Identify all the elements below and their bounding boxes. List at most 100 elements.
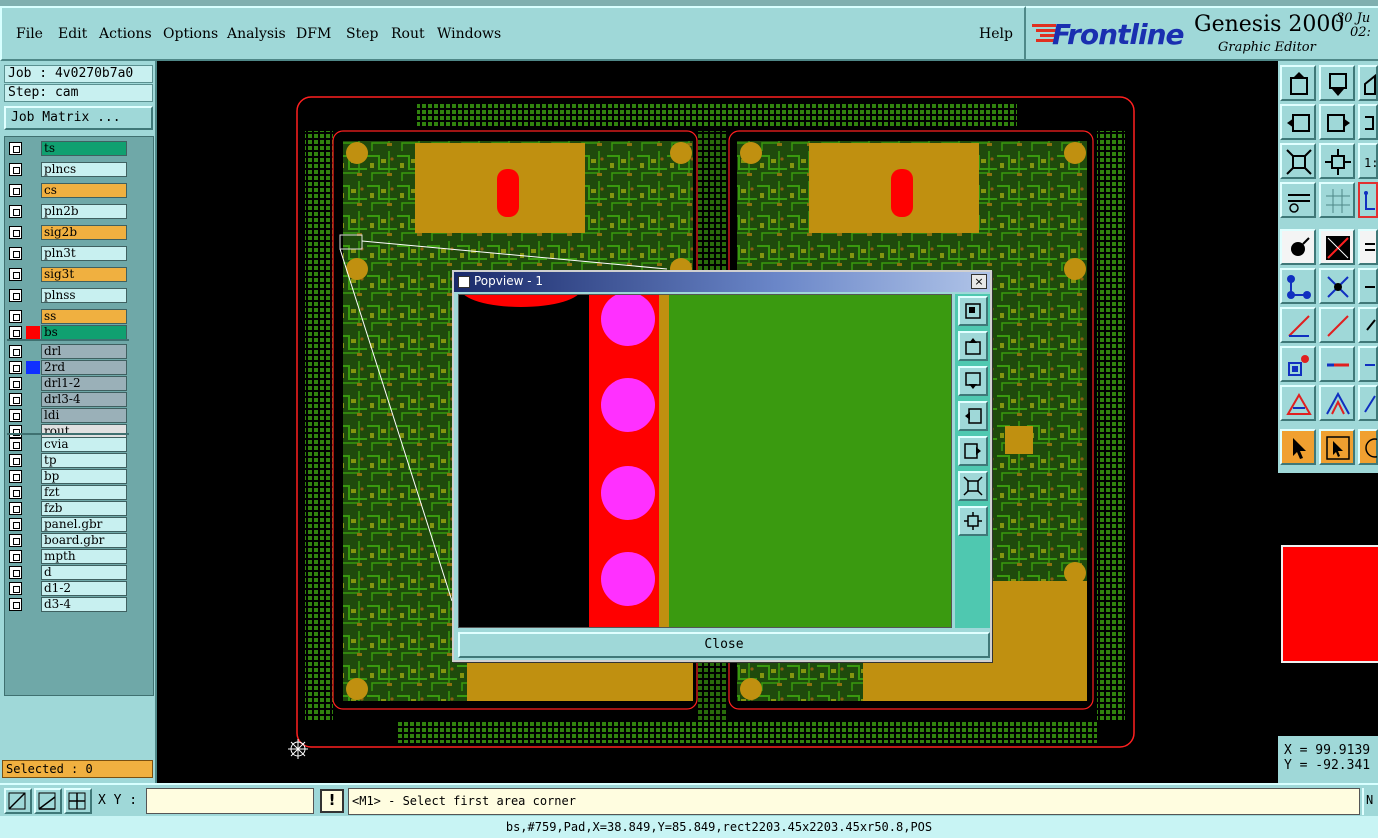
layer-row-d3-4[interactable]: d3-4: [7, 597, 129, 612]
layer-name[interactable]: drl: [41, 344, 127, 359]
layer-checkbox[interactable]: [9, 226, 22, 239]
layer-name[interactable]: sig2b: [41, 225, 127, 240]
layer-row-drl3-4[interactable]: drl3-4: [7, 392, 129, 407]
layer-checkbox[interactable]: [9, 470, 22, 483]
layer-name[interactable]: ts: [41, 141, 127, 156]
tool-zoom-home-button[interactable]: [1280, 65, 1316, 101]
layer-checkbox[interactable]: [9, 205, 22, 218]
layer-name[interactable]: d3-4: [41, 597, 127, 612]
popview-zoom-in-button[interactable]: [958, 471, 988, 501]
popview-pan-up-button[interactable]: [958, 331, 988, 361]
layer-checkbox[interactable]: [9, 393, 22, 406]
layer-checkbox[interactable]: [9, 534, 22, 547]
tool-redraw-button[interactable]: [1358, 104, 1378, 140]
tool-line-button[interactable]: [1319, 229, 1355, 265]
tool-triangle-button[interactable]: [1280, 385, 1316, 421]
popview-fit-button[interactable]: [958, 296, 988, 326]
layer-checkbox[interactable]: [9, 247, 22, 260]
layer-checkbox[interactable]: [9, 486, 22, 499]
layer-checkbox[interactable]: [9, 289, 22, 302]
popview-canvas[interactable]: [458, 294, 952, 628]
layer-name[interactable]: drl3-4: [41, 392, 127, 407]
menu-dfm[interactable]: DFM: [296, 26, 331, 42]
layer-checkbox[interactable]: [9, 377, 22, 390]
tool-scale-button[interactable]: 1:: [1358, 143, 1378, 179]
menu-rout[interactable]: Rout: [391, 26, 425, 42]
layer-row-sig3t[interactable]: sig3t: [7, 267, 129, 282]
layer-name[interactable]: fzt: [41, 485, 127, 500]
layer-name[interactable]: ldi: [41, 408, 127, 423]
layer-row-d[interactable]: d: [7, 565, 129, 580]
layer-name[interactable]: plnss: [41, 288, 127, 303]
layer-name[interactable]: d1-2: [41, 581, 127, 596]
layer-row-fzb[interactable]: fzb: [7, 501, 129, 516]
menu-actions[interactable]: Actions: [99, 26, 152, 42]
layer-name[interactable]: 2rd: [41, 360, 127, 375]
tool-pointer-button[interactable]: [1280, 429, 1316, 465]
tool-zoom-out-button[interactable]: [1319, 143, 1355, 179]
layer-name[interactable]: mpth: [41, 549, 127, 564]
layer-row-panel-gbr[interactable]: panel.gbr: [7, 517, 129, 532]
layer-row-ts[interactable]: ts: [7, 141, 129, 156]
layer-row-pln2b[interactable]: pln2b: [7, 204, 129, 219]
layer-row-bp[interactable]: bp: [7, 469, 129, 484]
layer-name[interactable]: bs: [41, 325, 127, 340]
layer-name[interactable]: pln3t: [41, 246, 127, 261]
tool-pan-down-button[interactable]: [1319, 65, 1355, 101]
popview-zoom-out-button[interactable]: [958, 506, 988, 536]
layer-checkbox[interactable]: [9, 502, 22, 515]
popview-titlebar[interactable]: Popview - 1 ×: [454, 272, 990, 292]
tool-snap-button[interactable]: [1358, 182, 1378, 218]
snap-angle-button[interactable]: [34, 788, 62, 814]
tool-slant-button[interactable]: [1280, 307, 1316, 343]
prompt-side-button[interactable]: N: [1362, 788, 1378, 815]
job-matrix-button[interactable]: Job Matrix ...: [4, 106, 153, 130]
tool-measure-button[interactable]: [1358, 268, 1378, 304]
tool-pan-right-button[interactable]: [1319, 104, 1355, 140]
menu-edit[interactable]: Edit: [58, 26, 87, 42]
popview-window[interactable]: Popview - 1 × Close: [452, 270, 992, 662]
tool-select-pad-button[interactable]: [1280, 346, 1316, 382]
layer-row-sig2b[interactable]: sig2b: [7, 225, 129, 240]
tool-select-box-button[interactable]: [1319, 429, 1355, 465]
layer-row-board-gbr[interactable]: board.gbr: [7, 533, 129, 548]
layer-row-pln3t[interactable]: pln3t: [7, 246, 129, 261]
layer-name[interactable]: cs: [41, 183, 127, 198]
popview-pan-right-button[interactable]: [958, 436, 988, 466]
layer-row-cs[interactable]: cs: [7, 183, 129, 198]
layer-checkbox[interactable]: [9, 142, 22, 155]
tool-peak-button[interactable]: [1319, 385, 1355, 421]
layer-checkbox[interactable]: [9, 550, 22, 563]
layer-checkbox[interactable]: [9, 326, 22, 339]
menu-analysis[interactable]: Analysis: [227, 26, 286, 42]
layer-checkbox[interactable]: [9, 361, 22, 374]
tool-connect-button[interactable]: [1280, 268, 1316, 304]
layer-row-cvia[interactable]: cvia: [7, 437, 129, 452]
layer-checkbox[interactable]: [9, 184, 22, 197]
layer-name[interactable]: ss: [41, 309, 127, 324]
layer-name[interactable]: bp: [41, 469, 127, 484]
layer-name[interactable]: d: [41, 565, 127, 580]
tool-pan-left-button[interactable]: [1280, 104, 1316, 140]
tool-cross-button[interactable]: [1319, 268, 1355, 304]
layer-name[interactable]: cvia: [41, 437, 127, 452]
menu-step[interactable]: Step: [346, 26, 378, 42]
layer-checkbox[interactable]: [9, 268, 22, 281]
tool-circle-select-button[interactable]: [1358, 429, 1378, 465]
layer-checkbox[interactable]: [9, 438, 22, 451]
layer-row-drl[interactable]: drl: [7, 344, 129, 359]
popview-pan-down-button[interactable]: [958, 366, 988, 396]
tool-settings-button[interactable]: [1280, 182, 1316, 218]
layer-checkbox[interactable]: [9, 518, 22, 531]
info-button[interactable]: !: [320, 789, 344, 813]
layer-checkbox[interactable]: [9, 566, 22, 579]
tool-split-button[interactable]: [1319, 346, 1355, 382]
layer-name[interactable]: fzb: [41, 501, 127, 516]
layer-name[interactable]: drl1-2: [41, 376, 127, 391]
tool-corner-button[interactable]: [1358, 307, 1378, 343]
layer-row-ss[interactable]: ss: [7, 309, 129, 324]
popview-close-icon[interactable]: ×: [971, 274, 987, 289]
layer-checkbox[interactable]: [9, 598, 22, 611]
layer-name[interactable]: board.gbr: [41, 533, 127, 548]
layer-name[interactable]: panel.gbr: [41, 517, 127, 532]
